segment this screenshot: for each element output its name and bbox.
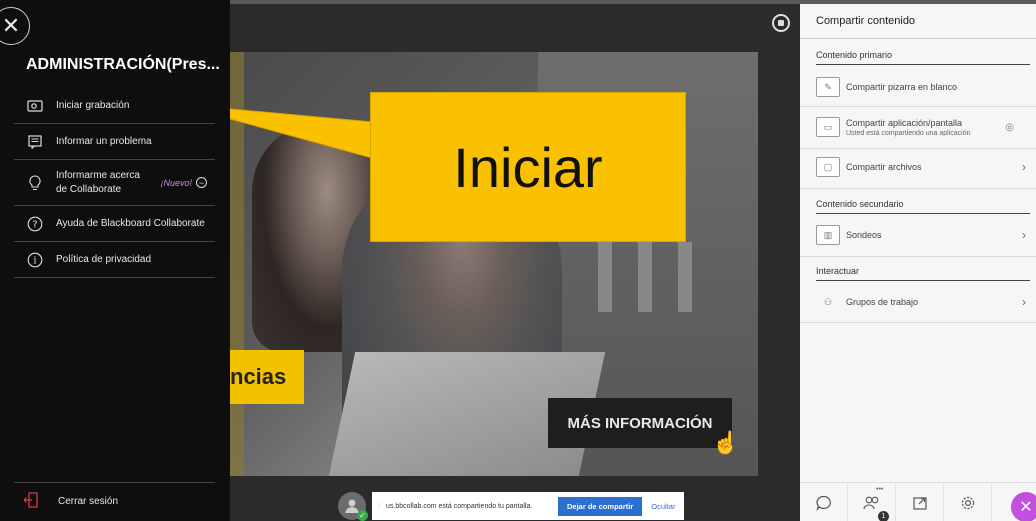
- divider: [800, 38, 1036, 39]
- more-info-banner: MÁS INFORMACIÓN: [548, 398, 732, 448]
- menu-item-learn-about[interactable]: Informarme acerca de Collaborate ¡Nuevo!…: [14, 160, 215, 206]
- share-application-label: Compartir aplicación/pantalla: [846, 117, 963, 128]
- chevron-right-icon: ›: [1022, 160, 1026, 174]
- folder-icon: ▢: [816, 157, 840, 177]
- hand-pointer-icon: ☝: [712, 430, 740, 455]
- menu-item-label: Iniciar grabación: [56, 100, 130, 111]
- sharing-active-icon: ◎: [1005, 121, 1014, 133]
- session-menu: ✕ ADMINISTRACIÓN(Pres... Iniciar grabaci…: [0, 0, 230, 521]
- section-title-interact: Interactuar: [816, 266, 860, 276]
- hide-link[interactable]: Ocultar: [651, 502, 675, 511]
- svg-text:?: ?: [32, 219, 37, 230]
- menu-item-label: Ayuda de Blackboard Collaborate: [56, 218, 205, 229]
- chevron-right-icon: ›: [1022, 295, 1026, 309]
- close-icon[interactable]: ✕: [0, 7, 30, 45]
- share-notice-text: us.bbcollab.com está compartiendo tu pan…: [386, 502, 533, 510]
- dismiss-icon[interactable]: −: [196, 177, 207, 188]
- share-files-item[interactable]: ▢ Compartir archivos ›: [816, 152, 1036, 182]
- recording-indicator-icon[interactable]: [772, 14, 790, 32]
- logout-label: Cerrar sesión: [58, 496, 119, 507]
- share-whiteboard-label: Compartir pizarra en blanco: [846, 82, 958, 92]
- new-badge-text: ¡Nuevo!: [160, 177, 192, 188]
- chat-button[interactable]: [800, 483, 848, 521]
- menu-item-label: Informar un problema: [56, 136, 152, 147]
- help-icon: ?: [24, 213, 46, 235]
- divider: [800, 148, 1036, 149]
- whiteboard-icon: ✎: [816, 77, 840, 97]
- settings-button[interactable]: [944, 483, 992, 521]
- divider: [800, 106, 1036, 107]
- breakout-groups-label: Grupos de trabajo: [846, 297, 919, 307]
- divider: [800, 256, 1036, 257]
- groups-icon: ⚇: [823, 296, 833, 307]
- menu-item-label: Política de privacidad: [56, 254, 152, 265]
- image-window-slat: [638, 242, 652, 312]
- share-content-button[interactable]: [896, 483, 944, 521]
- record-icon: [24, 95, 46, 117]
- divider: [816, 213, 1030, 214]
- menu-item-report-problem[interactable]: Informar un problema: [14, 124, 215, 160]
- image-window-slat: [598, 242, 612, 312]
- application-icon: ▭: [816, 117, 840, 137]
- info-icon: i: [24, 249, 46, 271]
- menu-item-label: Informarme acerca de Collaborate: [56, 169, 140, 195]
- drag-handle-icon[interactable]: ⁞: [372, 502, 386, 511]
- lightbulb-icon: [24, 172, 46, 194]
- image-window-slat: [678, 242, 692, 312]
- menu-item-help[interactable]: ? Ayuda de Blackboard Collaborate: [14, 206, 215, 242]
- menu-item-start-recording[interactable]: Iniciar grabación: [14, 88, 215, 124]
- divider: [800, 188, 1036, 189]
- image-tag-text: ncias: [230, 364, 287, 389]
- share-application-item[interactable]: ▭ Compartir aplicación/pantalla Usted es…: [816, 112, 1036, 142]
- share-whiteboard-item[interactable]: ✎ Compartir pizarra en blanco: [816, 72, 1036, 102]
- report-icon: [24, 131, 46, 153]
- chevron-right-icon: ›: [1022, 228, 1026, 242]
- status-check-icon: ✓: [357, 510, 368, 521]
- polls-icon: ▥: [816, 225, 840, 245]
- logout-icon: [23, 492, 46, 511]
- share-files-label: Compartir archivos: [846, 162, 922, 172]
- screen-share-notice: ⁞ us.bbcollab.com está compartiendo tu p…: [372, 492, 684, 520]
- polls-label: Sondeos: [846, 230, 882, 240]
- participants-icon: [862, 496, 878, 509]
- menu-item-privacy[interactable]: i Política de privacidad: [14, 242, 215, 278]
- close-icon: ✕: [1019, 499, 1033, 516]
- share-application-sublabel: Usted está compartiendo una aplicación: [846, 129, 971, 137]
- more-dots-icon: •••: [876, 486, 884, 493]
- divider: [816, 64, 1030, 65]
- menu-title: ADMINISTRACIÓN(Pres...: [26, 56, 220, 73]
- share-application-text: Compartir aplicación/pantalla Usted está…: [846, 118, 971, 137]
- breakout-groups-item[interactable]: ⚇ Grupos de trabajo ›: [816, 287, 1036, 317]
- share-content-panel: Compartir contenido Contenido primario ✎…: [800, 4, 1036, 521]
- participants-count-badge: 1: [878, 511, 889, 521]
- divider: [816, 280, 1030, 281]
- logout-button[interactable]: Cerrar sesión: [14, 482, 215, 520]
- svg-text:i: i: [33, 255, 36, 266]
- stop-sharing-button[interactable]: Dejar de compartir: [558, 496, 643, 516]
- section-title-secondary: Contenido secundario: [816, 199, 904, 209]
- new-badge: ¡Nuevo! −: [160, 177, 207, 188]
- gear-icon: [961, 496, 974, 509]
- panel-toolbar: ••• 1 ✕: [800, 482, 1036, 521]
- callout-annotation: Iniciar: [370, 92, 686, 242]
- panel-title: Compartir contenido: [816, 15, 916, 27]
- divider: [800, 322, 1036, 323]
- share-icon: [912, 496, 927, 510]
- chat-icon: [815, 495, 831, 511]
- section-title-primary: Contenido primario: [816, 50, 893, 60]
- polls-item[interactable]: ▥ Sondeos ›: [816, 220, 1036, 250]
- menu-list: Iniciar grabación Informar un problema I…: [14, 88, 215, 278]
- close-panel-button[interactable]: ✕: [1011, 492, 1036, 521]
